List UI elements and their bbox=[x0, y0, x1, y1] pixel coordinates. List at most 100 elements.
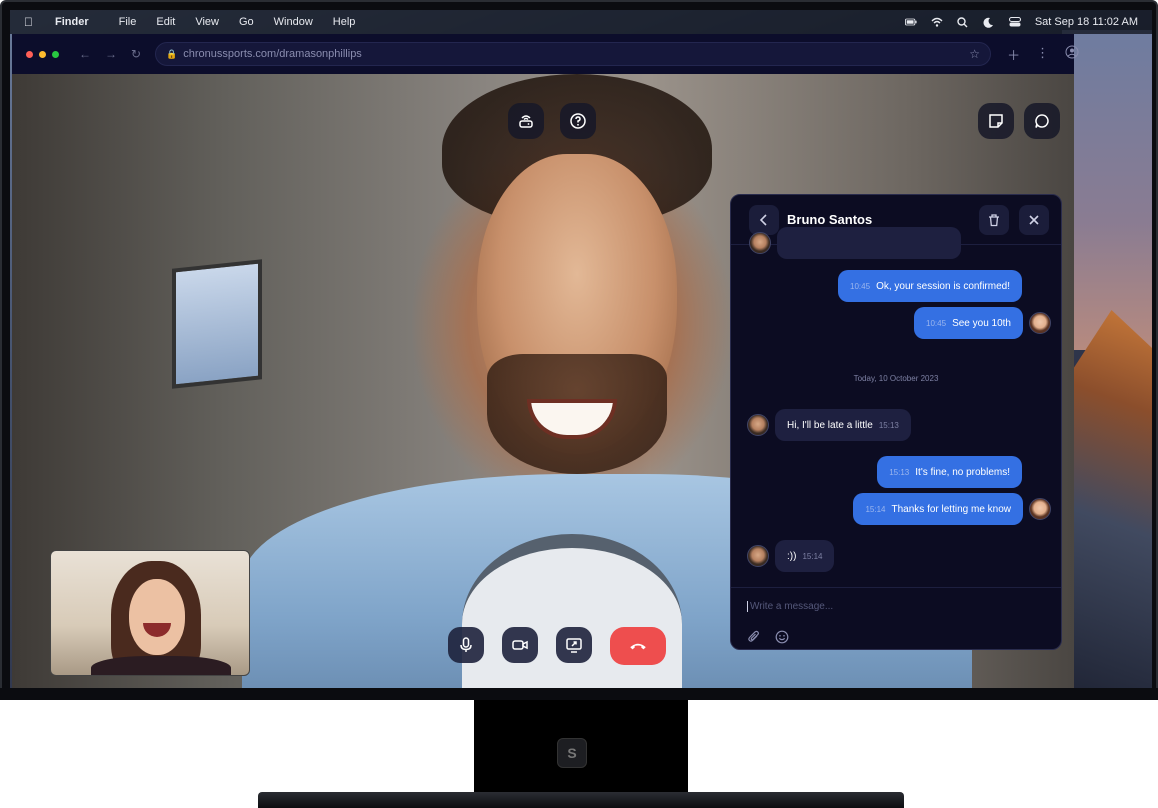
profile-icon[interactable] bbox=[1065, 45, 1079, 64]
message-bubble: 15:13 It's fine, no problems! bbox=[877, 456, 1022, 488]
menu-bar:  Finder File Edit View Go Window Help bbox=[10, 10, 1152, 34]
camera-button[interactable] bbox=[502, 627, 538, 663]
camera-icon bbox=[512, 640, 528, 650]
close-chat-button[interactable] bbox=[1019, 204, 1049, 235]
mute-button[interactable] bbox=[448, 627, 484, 663]
date-separator: Today, 10 October 2023 bbox=[853, 374, 939, 383]
browser-toolbar: ← → ↻ 🔒 chronussports.com/dramasonphilli… bbox=[12, 34, 1079, 74]
avatar bbox=[747, 545, 769, 567]
attachment-icon[interactable] bbox=[747, 630, 761, 649]
chat-messages: 10:45 Ok, your session is confirmed! 10:… bbox=[731, 227, 1061, 589]
zoom-window-button[interactable] bbox=[52, 50, 59, 58]
message-time: 15:13 bbox=[878, 420, 899, 430]
menu-file[interactable]: File bbox=[119, 16, 137, 28]
message-text: Hi, I'll be late a little bbox=[787, 419, 873, 431]
self-person-dress bbox=[91, 656, 231, 675]
message-time: 15:14 bbox=[865, 504, 886, 514]
search-icon[interactable] bbox=[957, 16, 969, 27]
menu-help[interactable]: Help bbox=[333, 16, 356, 28]
desktop-screen:  Finder File Edit View Go Window Help bbox=[10, 10, 1152, 690]
screen-share-button[interactable] bbox=[556, 627, 592, 663]
forward-arrow-icon[interactable]: → bbox=[105, 47, 117, 61]
reload-icon[interactable]: ↻ bbox=[131, 47, 141, 61]
apple-icon[interactable]:  bbox=[24, 15, 33, 29]
message-text: See you 10th bbox=[952, 317, 1011, 329]
message-bubble: :)) 15:14 bbox=[775, 540, 835, 572]
battery-icon[interactable] bbox=[904, 17, 917, 27]
moon-icon[interactable] bbox=[983, 17, 995, 28]
message-time: 10:45 bbox=[926, 318, 947, 328]
list-item: 10:45 See you 10th bbox=[914, 307, 1051, 339]
address-bar[interactable]: 🔒 chronussports.com/dramasonphillips ☆ bbox=[155, 42, 992, 66]
message-time: 15:13 bbox=[889, 467, 910, 477]
menu-edit[interactable]: Edit bbox=[156, 16, 175, 28]
close-icon bbox=[1029, 214, 1039, 225]
message-bubble: 15:14 Thanks for letting me know bbox=[853, 493, 1023, 525]
hang-up-icon bbox=[630, 643, 646, 650]
avatar bbox=[1029, 312, 1051, 334]
background-monitor bbox=[172, 259, 262, 389]
control-center-icon[interactable] bbox=[1008, 17, 1021, 27]
list-item: 10:45 Ok, your session is confirmed! bbox=[838, 270, 1022, 302]
message-time: 15:14 bbox=[802, 551, 823, 561]
chat-panel: Bruno Santos 10:45 Ok, your session is c… bbox=[730, 194, 1062, 650]
notes-icon bbox=[989, 114, 1003, 128]
notes-button[interactable] bbox=[978, 103, 1014, 139]
more-menu-icon[interactable]: ⋮ bbox=[1036, 45, 1049, 64]
list-item: 15:13 It's fine, no problems! bbox=[877, 456, 1022, 488]
message-input[interactable] bbox=[747, 601, 1045, 612]
avatar bbox=[1029, 498, 1051, 520]
message-bubble: 10:45 See you 10th bbox=[914, 307, 1023, 339]
list-item: 15:14 Thanks for letting me know bbox=[853, 493, 1051, 525]
delete-chat-button[interactable] bbox=[979, 204, 1009, 235]
menu-view[interactable]: View bbox=[195, 16, 219, 28]
microphone-icon bbox=[460, 637, 472, 652]
avatar bbox=[749, 232, 771, 254]
help-button[interactable] bbox=[560, 103, 596, 139]
message-text: Ok, your session is confirmed! bbox=[876, 280, 1010, 292]
self-video-preview[interactable] bbox=[50, 550, 250, 676]
remote-video: Bruno Santos 10:45 Ok, your session is c… bbox=[12, 74, 1074, 690]
chat-toggle-button[interactable] bbox=[1024, 103, 1060, 139]
menu-go[interactable]: Go bbox=[239, 16, 254, 28]
chevron-left-icon bbox=[759, 213, 767, 226]
avatar bbox=[747, 414, 769, 436]
trash-icon bbox=[989, 213, 999, 226]
message-bubble bbox=[777, 227, 961, 259]
chat-composer bbox=[731, 587, 1061, 649]
monitor-frame:  Finder File Edit View Go Window Help bbox=[0, 0, 1158, 700]
wifi-icon[interactable] bbox=[931, 17, 943, 27]
brand-logo-icon: S bbox=[557, 738, 587, 768]
minimize-window-button[interactable] bbox=[39, 50, 46, 58]
new-tab-icon[interactable]: ＋ bbox=[1007, 45, 1020, 64]
network-quality-button[interactable] bbox=[508, 103, 544, 139]
list-item: :)) 15:14 bbox=[747, 540, 835, 572]
bookmark-star-icon[interactable]: ☆ bbox=[969, 47, 980, 61]
monitor-base bbox=[258, 792, 904, 808]
close-window-button[interactable] bbox=[26, 50, 33, 58]
menu-window[interactable]: Window bbox=[274, 16, 313, 28]
emoji-icon[interactable] bbox=[775, 630, 789, 649]
list-item bbox=[749, 227, 961, 259]
message-bubble: Hi, I'll be late a little 15:13 bbox=[775, 409, 911, 441]
monitor-bezel bbox=[0, 688, 1158, 700]
chat-icon bbox=[1035, 114, 1049, 128]
message-bubble: 10:45 Ok, your session is confirmed! bbox=[838, 270, 1022, 302]
screen-share-icon bbox=[566, 638, 582, 653]
back-arrow-icon[interactable]: ← bbox=[79, 47, 91, 61]
message-text: :)) bbox=[787, 550, 797, 562]
wallpaper-mountain bbox=[1062, 310, 1152, 690]
message-text: It's fine, no problems! bbox=[915, 466, 1010, 478]
menubar-clock[interactable]: Sat Sep 18 11:02 AM bbox=[1035, 16, 1138, 28]
network-icon bbox=[519, 115, 533, 128]
url-text: chronussports.com/dramasonphillips bbox=[183, 48, 362, 60]
list-item: Hi, I'll be late a little 15:13 bbox=[747, 409, 911, 441]
call-controls bbox=[448, 627, 666, 665]
hang-up-button[interactable] bbox=[610, 627, 666, 665]
message-text: Thanks for letting me know bbox=[891, 503, 1012, 515]
wallpaper-sky bbox=[1062, 30, 1152, 350]
self-person-face bbox=[129, 579, 185, 655]
browser-window: ← → ↻ 🔒 chronussports.com/dramasonphilli… bbox=[12, 34, 1079, 690]
menu-app-name[interactable]: Finder bbox=[55, 16, 89, 28]
message-time: 10:45 bbox=[850, 281, 871, 291]
